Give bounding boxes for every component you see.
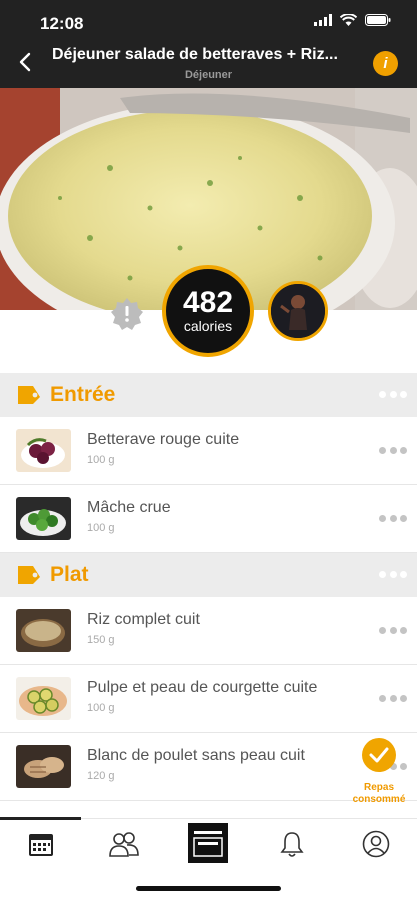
zucchini-thumbnail — [16, 677, 71, 720]
tag-icon — [18, 386, 40, 404]
food-name: Mâche crue — [87, 499, 171, 516]
food-name: Pulpe et peau de courgette cuite — [87, 679, 318, 696]
tab-recipes[interactable] — [188, 823, 228, 863]
section-header-entree: Entrée — [0, 373, 417, 417]
chicken-breast-thumbnail — [16, 745, 71, 788]
community-icon — [109, 832, 139, 857]
top-bar: 12:08 Déjeuner salade de betteraves + Ri… — [0, 0, 417, 88]
food-row[interactable]: Pulpe et peau de courgette cuite 100 g — [0, 665, 417, 733]
food-name: Blanc de poulet sans peau cuit — [87, 747, 305, 764]
section-header-plat: Plat — [0, 553, 417, 597]
beetroot-thumbnail — [16, 429, 71, 472]
tab-profile[interactable] — [356, 826, 396, 862]
active-tab-indicator — [0, 817, 81, 820]
tab-community[interactable] — [104, 826, 144, 862]
status-time: 12:08 — [40, 14, 84, 33]
food-row[interactable]: Mâche crue 100 g — [0, 485, 417, 553]
person-photo-icon — [271, 284, 325, 338]
tab-notifications[interactable] — [272, 826, 312, 862]
meal-consumed-button[interactable] — [362, 738, 396, 772]
oven-icon — [188, 823, 228, 863]
warning-badge-icon[interactable] — [110, 297, 144, 331]
food-quantity: 100 g — [87, 454, 115, 466]
wifi-icon — [340, 14, 357, 26]
item-more-button[interactable] — [379, 627, 407, 635]
page-title: Déjeuner salade de betteraves + Riz... — [52, 46, 338, 63]
calendar-icon — [29, 834, 53, 856]
food-quantity: 150 g — [87, 634, 115, 646]
battery-icon — [365, 14, 391, 26]
food-name: Riz complet cuit — [87, 611, 200, 628]
food-row[interactable]: Riz complet cuit 150 g — [0, 597, 417, 665]
food-row[interactable]: Betterave rouge cuite 100 g — [0, 417, 417, 485]
food-quantity: 100 g — [87, 522, 115, 534]
bell-icon — [280, 832, 304, 857]
food-name: Betterave rouge cuite — [87, 431, 240, 448]
section-title: Entrée — [50, 383, 116, 406]
tab-calendar[interactable] — [21, 826, 61, 862]
tag-icon — [18, 566, 40, 584]
info-button[interactable]: i — [373, 51, 398, 76]
calorie-badge: 482 calories — [162, 265, 254, 357]
meal-consumed-label: Repas consommé — [346, 782, 412, 806]
section-more-button[interactable] — [379, 391, 407, 399]
profile-icon — [362, 830, 390, 858]
item-more-button[interactable] — [379, 447, 407, 455]
item-more-button[interactable] — [379, 695, 407, 703]
consumed-label-line2: consommé — [352, 794, 406, 805]
checkmark-icon — [369, 747, 389, 763]
meal-type-subtitle: Déjeuner — [184, 69, 233, 81]
brown-rice-thumbnail — [16, 609, 71, 652]
consumed-label-line1: Repas — [363, 782, 394, 793]
item-more-button[interactable] — [379, 515, 407, 523]
home-indicator — [136, 886, 281, 891]
signal-icon — [314, 14, 332, 26]
section-more-button[interactable] — [379, 571, 407, 579]
food-quantity: 120 g — [87, 770, 115, 782]
calories-value: 482 — [182, 286, 234, 319]
food-quantity: 100 g — [87, 702, 115, 714]
section-title: Plat — [50, 563, 89, 586]
coach-avatar[interactable] — [268, 281, 328, 341]
status-icons — [314, 14, 391, 26]
calories-unit: calories — [183, 318, 233, 334]
lambs-lettuce-thumbnail — [16, 497, 71, 540]
